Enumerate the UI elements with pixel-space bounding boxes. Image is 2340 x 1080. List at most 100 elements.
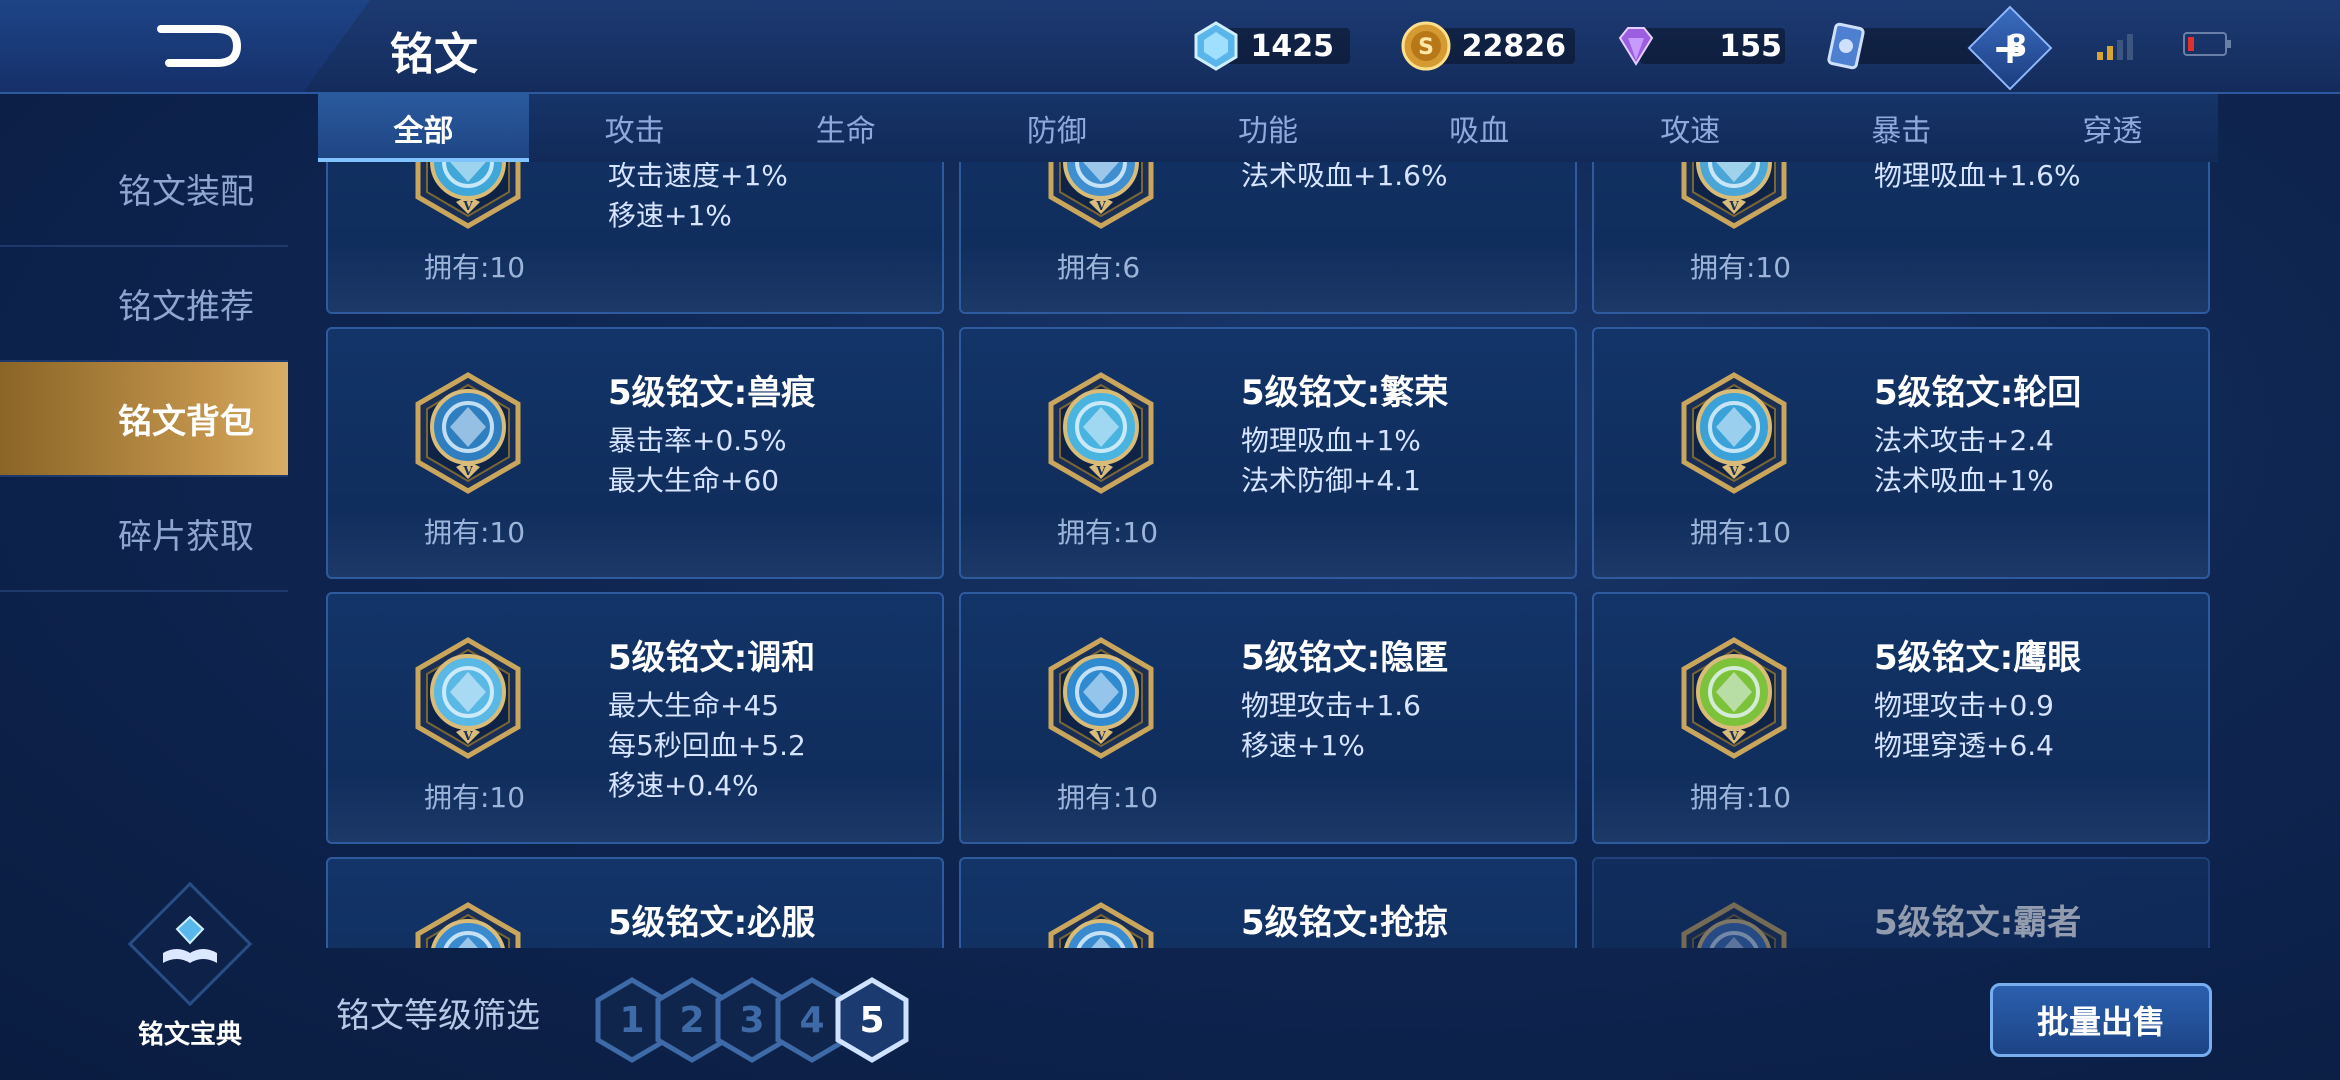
tab-2[interactable]: 生命 [740, 94, 951, 162]
attribute-line: 移速+1% [1241, 729, 1365, 762]
svg-text:V: V [1728, 199, 1739, 213]
inscription-card[interactable]: V 5级铭文:轮回法术攻击+2.4 法术吸血+1% 拥有:10 [1592, 327, 2210, 579]
inscription-card[interactable]: V 5级铭文:必服 [326, 857, 944, 948]
level-filter-label: 铭文等级筛选 [336, 996, 540, 1036]
inscription-name: 5级铭文:兽痕 [608, 373, 816, 413]
inscription-name: 5级铭文:霸者 [1874, 903, 2082, 943]
level-number: 4 [799, 999, 825, 1041]
attribute-line: 物理攻击+1.6 [1241, 689, 1421, 722]
inscription-emblem: V [1672, 162, 1796, 230]
inscription-card[interactable]: V 5级铭文:繁荣 物理吸血+1% 法术防御+4.1 拥有:10 [959, 327, 1577, 579]
tab-8[interactable]: 穿透 [2007, 94, 2218, 162]
flame-icon: V [1048, 637, 1154, 759]
inscription-name: 5级铭文:必服 [608, 903, 816, 943]
inscription-emblem: V [1672, 901, 1796, 948]
tab-6[interactable]: 攻速 [1585, 94, 1796, 162]
sidebar-item-3[interactable]: 碎片获取 [0, 477, 288, 592]
inscription-attributes: 物理吸血+1.6% [1874, 162, 2081, 196]
inscription-emblem: V [1672, 371, 1796, 495]
batch-sell-button[interactable]: 批量出售 [1990, 983, 2212, 1057]
svg-text:V: V [1095, 464, 1106, 478]
gold-coin-icon: S [1401, 21, 1451, 71]
inscription-emblem: V [1039, 162, 1163, 230]
bottom-bar: 铭文等级筛选 批量出售 12345 [318, 948, 2218, 1080]
inscription-attributes: 法术吸血+1.6% [1241, 162, 1448, 196]
inscription-card[interactable]: V5级铭文:夺萃物理吸血+1.6%拥有:10 [1592, 162, 2210, 314]
inscription-attributes: 攻击速度+1% 移速+1% [608, 162, 788, 236]
crystal-currency: 1425 [1190, 20, 1350, 72]
attribute-line: 法术吸血+1% [1874, 464, 2054, 497]
owned-count: 拥有:10 [1690, 516, 1792, 549]
inscription-card[interactable]: V5级铭文:狩猎攻击速度+1%移速+1%拥有:10 [326, 162, 944, 314]
owned-count: 拥有:10 [424, 516, 526, 549]
signal-icon [2097, 34, 2133, 60]
diamond-icon [1618, 27, 1654, 66]
inscription-attributes: 物理攻击+1.6 移速+1% [1241, 686, 1421, 766]
book-icon [163, 915, 217, 963]
owned-count: 拥有:10 [1690, 781, 1792, 814]
lightning-icon: V [415, 162, 521, 229]
inscription-name: 5级铭文:繁荣 [1241, 373, 1449, 413]
inscription-attributes: 最大生命+45 每5秒回血+5.2 移速+0.4% [608, 686, 806, 806]
heart-knot-icon: V [1681, 162, 1787, 229]
attribute-line: 物理攻击+0.9 [1874, 689, 2054, 722]
sidebar-item-0[interactable]: 铭文装配 [0, 132, 288, 247]
codex-button[interactable]: 铭文宝典 [120, 881, 260, 1051]
rune-icon: V [1048, 902, 1154, 948]
rune-icon: V [415, 902, 521, 948]
inscription-emblem: V [406, 371, 530, 495]
diamond-value: 155 [1719, 28, 1782, 64]
attribute-line: 最大生命+45 [608, 689, 780, 722]
tab-1[interactable]: 攻击 [529, 94, 740, 162]
level-number: 3 [739, 999, 765, 1041]
tab-0[interactable]: 全部 [318, 94, 530, 162]
inscription-attributes: 法术攻击+2.4 法术吸血+1% [1874, 421, 2054, 501]
attribute-line: 物理穿透+6.4 [1874, 729, 2054, 762]
attribute-line: 移速+1% [608, 199, 732, 232]
back-button[interactable] [150, 20, 250, 72]
card-icon [1827, 22, 1865, 70]
inscription-name: 5级铭文:抢掠 [1241, 903, 1449, 943]
category-tab-bar: 全部 攻击 生命 防御 功能 吸血 攻速 暴击 穿透 [318, 94, 2218, 162]
inscription-card[interactable]: V 5级铭文:隐匿 物理攻击+1.6 移速+1% 拥有:10 [959, 592, 1577, 844]
svg-text:V: V [1095, 199, 1106, 213]
level-filter-5[interactable]: 5 [832, 976, 912, 1064]
owned-count: 拥有:10 [1690, 251, 1792, 284]
inscription-emblem: V [1039, 371, 1163, 495]
inscription-card[interactable]: V 5级铭文:鹰眼物理攻击+0.9 物理穿透+6.4 拥有:10 [1592, 592, 2210, 844]
owned-count: 拥有:10 [424, 781, 526, 814]
svg-text:V: V [1728, 729, 1739, 743]
inscription-attributes: 暴击率+0.5% 最大生命+60 [608, 421, 787, 501]
crystal-icon [1194, 21, 1238, 71]
inscription-card[interactable]: V 5级铭文:调和最大生命+45 每5秒回血+5.2 移速+0.4% 拥有:10 [326, 592, 944, 844]
top-bar: 铭文 1425 S 22826 155 8 + [0, 0, 2340, 94]
inscription-card[interactable]: V5级铭文:贪婪法术吸血+1.6%拥有:6 [959, 162, 1577, 314]
inscription-attributes: 物理攻击+0.9 物理穿透+6.4 [1874, 686, 2054, 766]
sidebar-item-1[interactable]: 铭文推荐 [0, 247, 288, 362]
attribute-line: 法术吸血+1.6% [1241, 162, 1448, 192]
attribute-line: 法术防御+4.1 [1241, 464, 1421, 497]
inscription-list[interactable]: V5级铭文:狩猎攻击速度+1%移速+1%拥有:10V5级铭文:贪婪法术吸血+1.… [318, 162, 2218, 948]
inscription-name: 5级铭文:轮回 [1874, 373, 2082, 413]
svg-text:V: V [462, 729, 473, 743]
tab-7[interactable]: 暴击 [1796, 94, 2007, 162]
tab-3[interactable]: 防御 [951, 94, 1162, 162]
tab-5[interactable]: 吸血 [1374, 94, 1585, 162]
attribute-line: 物理吸血+1.6% [1874, 162, 2081, 192]
star-crystal-icon: V [1048, 372, 1154, 494]
inscription-name: 5级铭文:鹰眼 [1874, 638, 2082, 678]
owned-count: 拥有:6 [1057, 251, 1141, 284]
rune-icon: V [1681, 902, 1787, 948]
gold-currency: S 22826 [1400, 20, 1575, 72]
attribute-line: 最大生命+60 [608, 464, 780, 497]
inscription-emblem: V [406, 901, 530, 948]
sidebar-item-2[interactable]: 铭文背包 [0, 362, 288, 477]
attribute-line: 暴击率+0.5% [608, 424, 787, 457]
inscription-emblem: V [1672, 636, 1796, 760]
inscription-card[interactable]: V 5级铭文:霸者 [1592, 857, 2210, 948]
tab-4[interactable]: 功能 [1162, 94, 1373, 162]
inscription-card[interactable]: V 5级铭文:抢掠 [959, 857, 1577, 948]
inscription-name: 5级铭文:调和 [608, 638, 816, 678]
inscription-card[interactable]: V 5级铭文:兽痕暴击率+0.5% 最大生命+60 拥有:10 [326, 327, 944, 579]
owned-count: 拥有:10 [1057, 516, 1159, 549]
